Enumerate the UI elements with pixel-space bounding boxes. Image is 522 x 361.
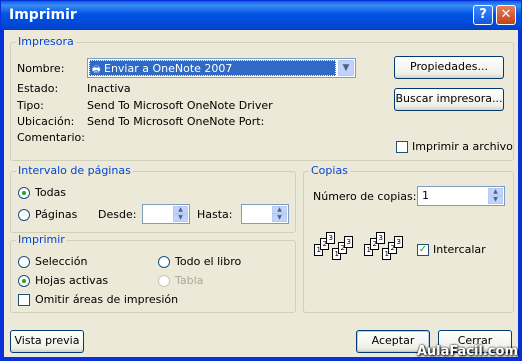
range-from-input[interactable]: ▲ ▼: [142, 204, 190, 224]
spin-up-icon[interactable]: ▲: [272, 206, 287, 214]
print-dialog: Imprimir ? ✕ Impresora Nombre: 🖶 Enviar …: [0, 0, 522, 361]
ignore-print-areas-label[interactable]: Omitir áreas de impresión: [35, 293, 178, 306]
printer-name-value: Enviar a OneNote 2007: [104, 62, 233, 75]
workbook-radio[interactable]: [158, 256, 170, 268]
watermark: AulaFacil.com: [416, 344, 518, 359]
printer-name-select[interactable]: 🖶 Enviar a OneNote 2007 ▼: [87, 58, 356, 78]
printer-status-value: Inactiva: [87, 82, 131, 95]
printer-group-label: Impresora: [16, 35, 76, 48]
range-to-input[interactable]: ▲ ▼: [241, 204, 289, 224]
spin-up-icon[interactable]: ▲: [173, 206, 188, 214]
printer-type-value: Send To Microsoft OneNote Driver: [87, 99, 273, 112]
range-from-label: Desde:: [98, 208, 137, 221]
copies-count-input[interactable]: 1 ▲ ▼: [417, 186, 505, 206]
title-bar[interactable]: Imprimir ? ✕: [1, 1, 521, 30]
collate-illustration-icon: 1 2 3 1 2 3 1 2 3 1 2 3: [314, 228, 414, 272]
close-button[interactable]: ✕: [496, 5, 516, 25]
active-sheets-label[interactable]: Hojas activas: [35, 274, 108, 287]
window-title: Imprimir: [9, 7, 77, 23]
print-to-file-label[interactable]: Imprimir a archivo: [412, 140, 513, 153]
chevron-down-icon[interactable]: ▼: [338, 60, 354, 76]
copies-group-label: Copias: [309, 164, 350, 177]
table-label: Tabla: [175, 274, 204, 287]
dialog-body: Impresora Nombre: 🖶 Enviar a OneNote 200…: [4, 30, 518, 357]
printer-type-label: Tipo:: [17, 99, 44, 112]
printer-group: Impresora Nombre: 🖶 Enviar a OneNote 200…: [10, 35, 514, 161]
printer-status-label: Estado:: [17, 82, 59, 95]
active-sheets-radio[interactable]: [18, 275, 30, 287]
spin-down-icon[interactable]: ▼: [272, 214, 287, 222]
print-preview-button[interactable]: Vista previa: [10, 330, 84, 353]
printer-comment-label: Comentario:: [17, 131, 85, 144]
range-all-label[interactable]: Todas: [35, 186, 66, 199]
close-icon: ✕: [500, 7, 512, 22]
print-what-group-label: Imprimir: [16, 233, 67, 246]
range-pages-label[interactable]: Páginas: [35, 208, 77, 221]
copies-group: Copias Número de copias: 1 ▲ ▼ 1 2 3 1 2…: [303, 164, 514, 313]
selection-radio[interactable]: [18, 256, 30, 268]
print-what-group: Imprimir Selección Todo el libro Hojas a…: [10, 233, 296, 313]
collate-label[interactable]: Intercalar: [433, 243, 486, 256]
collate-checkbox[interactable]: ✓: [417, 244, 429, 256]
page-range-group-label: Intervalo de páginas: [16, 164, 133, 177]
copies-count-label: Número de copias:: [313, 190, 417, 203]
printer-icon: 🖶: [92, 65, 101, 75]
copies-count-value: 1: [422, 189, 429, 202]
selection-label[interactable]: Selección: [35, 255, 87, 268]
find-printer-button[interactable]: Buscar impresora...: [394, 88, 504, 111]
table-radio: [158, 275, 170, 287]
range-pages-radio[interactable]: [18, 209, 30, 221]
printer-location-value: Send To Microsoft OneNote Port:: [87, 115, 265, 128]
help-button[interactable]: ?: [473, 5, 493, 25]
range-to-label: Hasta:: [197, 208, 233, 221]
spin-down-icon[interactable]: ▼: [488, 196, 503, 204]
spin-down-icon[interactable]: ▼: [173, 214, 188, 222]
help-icon: ?: [479, 7, 487, 22]
ignore-print-areas-checkbox[interactable]: [18, 294, 30, 306]
properties-button[interactable]: Propiedades...: [394, 56, 504, 79]
range-all-radio[interactable]: [18, 187, 30, 199]
printer-name-label: Nombre:: [17, 62, 65, 75]
print-to-file-checkbox[interactable]: [396, 141, 408, 153]
page-range-group: Intervalo de páginas Todas Páginas Desde…: [10, 164, 296, 233]
workbook-label[interactable]: Todo el libro: [175, 255, 241, 268]
printer-location-label: Ubicación:: [17, 115, 75, 128]
printer-name-selected: 🖶 Enviar a OneNote 2007: [89, 60, 336, 76]
spin-up-icon[interactable]: ▲: [488, 188, 503, 196]
